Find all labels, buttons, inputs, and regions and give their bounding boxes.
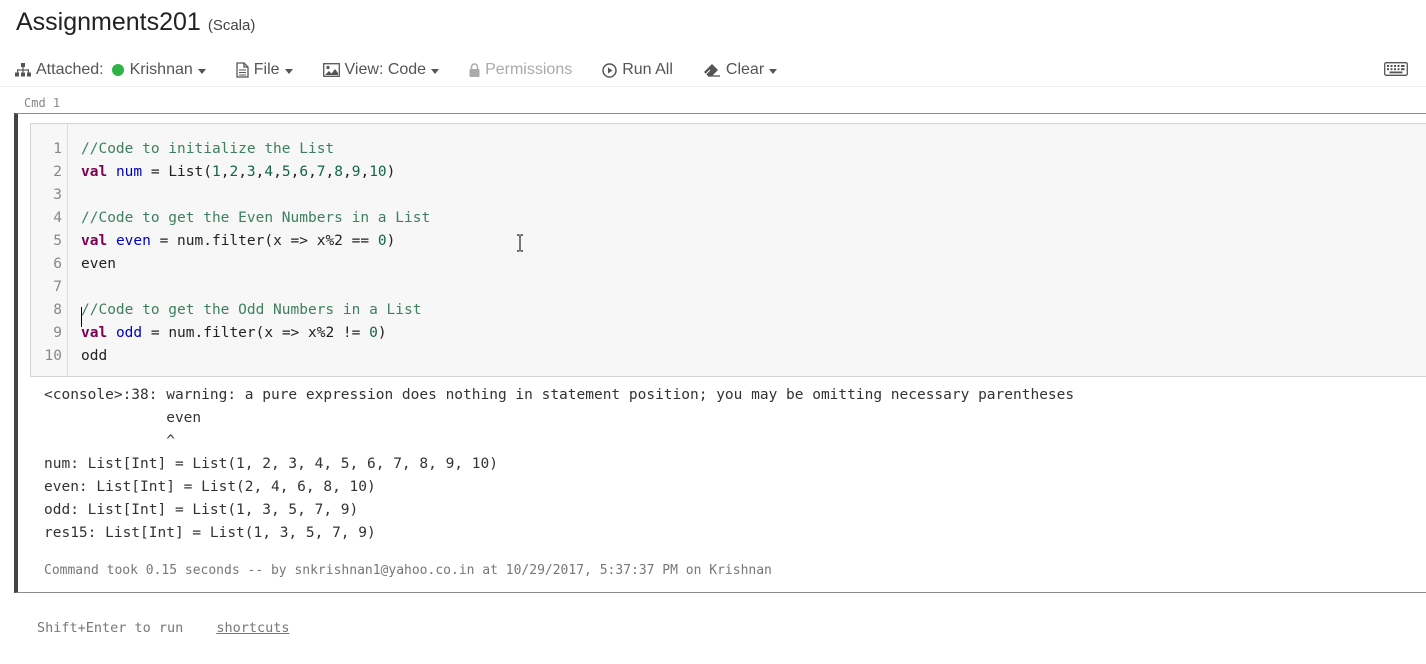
output-line: res15: List[Int] = List(1, 3, 5, 7, 9) [44, 525, 376, 541]
permissions-label: Permissions [485, 61, 573, 78]
output-line: <console>:38: warning: a pure expression… [44, 387, 1075, 403]
permissions-button[interactable]: Permissions [469, 61, 572, 79]
line-number: 4 [53, 210, 62, 226]
output-line: num: List[Int] = List(1, 2, 3, 4, 5, 6, … [44, 456, 498, 472]
notebook-language: (Scala) [207, 17, 256, 34]
clear-menu-label: Clear [725, 61, 765, 78]
cluster-icon [15, 63, 31, 77]
line-number: 9 [53, 325, 62, 341]
chevron-down-icon [284, 68, 293, 74]
line-number-gutter: 1 2 3 4 5 6 7 8 9 10 [31, 124, 68, 376]
file-menu-label: File [253, 61, 280, 78]
code-line: val num = List(1,2,3,4,5,6,7,8,9,10) [81, 164, 396, 180]
code-line: val even = num.filter(x => x%2 == 0) [81, 233, 396, 249]
line-number: 8 [53, 302, 62, 318]
code-line: //Code to initialize the List [81, 141, 335, 157]
code-line: even [81, 256, 116, 272]
cluster-name: Krishnan [129, 61, 193, 78]
code-line: odd [81, 348, 108, 364]
run-hint-row: Shift+Enter to run shortcuts [37, 620, 289, 636]
code-line: //Code to get the Odd Numbers in a List [81, 302, 422, 318]
output-line: even: List[Int] = List(2, 4, 6, 8, 10) [44, 479, 376, 495]
play-circle-icon [602, 62, 617, 78]
output-line: even [44, 410, 202, 426]
command-status-footer: Command took 0.15 seconds -- by snkrishn… [44, 563, 772, 578]
eraser-icon [703, 63, 721, 77]
run-all-label: Run All [622, 61, 673, 78]
clear-menu[interactable]: Clear [703, 61, 778, 79]
attached-cluster-menu[interactable]: Attached: Krishnan [15, 61, 206, 79]
line-number: 2 [53, 164, 62, 180]
lock-icon [469, 63, 480, 77]
run-hint: Shift+Enter to run [37, 620, 184, 636]
cell-output: <console>:38: warning: a pure expression… [44, 384, 1074, 545]
line-number: 1 [53, 141, 62, 157]
line-number: 7 [53, 279, 62, 295]
line-number: 5 [53, 233, 62, 249]
code-line: val odd = num.filter(x => x%2 != 0) [81, 325, 387, 341]
file-icon [236, 62, 249, 78]
output-line: odd: List[Int] = List(1, 3, 5, 7, 9) [44, 502, 359, 518]
notebook-cell[interactable]: 1 2 3 4 5 6 7 8 9 10 //Code to initializ… [14, 113, 1426, 593]
line-number: 3 [53, 187, 62, 203]
file-menu[interactable]: File [236, 61, 293, 79]
code-line: //Code to get the Even Numbers in a List [81, 210, 431, 226]
notebook-toolbar: Attached: Krishnan File View: Code Permi… [15, 58, 807, 82]
keyboard-shortcuts-icon[interactable] [1384, 62, 1408, 81]
cluster-status-dot [111, 64, 124, 76]
notebook-title[interactable]: Assignments201 [16, 8, 201, 37]
toolbar-divider [0, 86, 1426, 87]
text-cursor [81, 307, 82, 327]
attached-label: Attached: [36, 61, 104, 78]
code-editor[interactable]: 1 2 3 4 5 6 7 8 9 10 //Code to initializ… [30, 123, 1426, 377]
line-number: 6 [53, 256, 62, 272]
ibeam-cursor-icon [516, 234, 524, 252]
cmd-label: Cmd 1 [24, 96, 61, 110]
view-menu[interactable]: View: Code [322, 61, 440, 79]
chevron-down-icon [197, 68, 206, 74]
chevron-down-icon [769, 68, 778, 74]
chevron-down-icon [431, 68, 440, 74]
image-icon [322, 63, 340, 77]
shortcuts-link[interactable]: shortcuts [216, 620, 289, 636]
notebook-title-row: Assignments201 (Scala) [16, 8, 255, 42]
line-number: 10 [44, 348, 62, 364]
run-all-button[interactable]: Run All [602, 61, 673, 79]
view-menu-label: View: Code [344, 61, 427, 78]
output-line: ^ [44, 433, 175, 449]
